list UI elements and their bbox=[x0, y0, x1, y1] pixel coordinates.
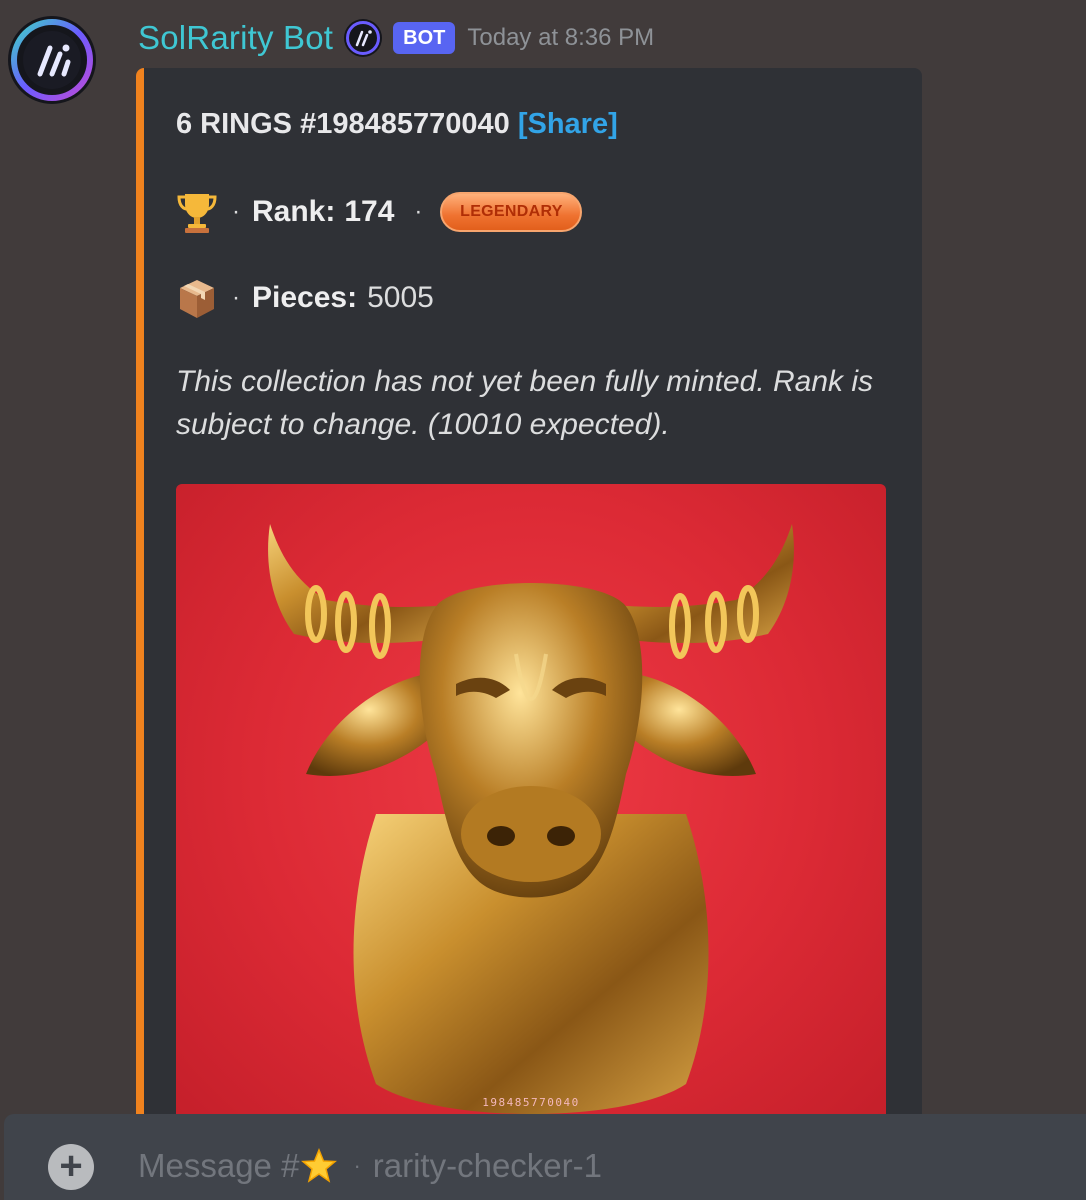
message-composer: + Message # · rarity-checker-1 bbox=[4, 1114, 1086, 1200]
message-timestamp[interactable]: Today at 8:36 PM bbox=[467, 24, 654, 52]
pieces-label: Pieces: bbox=[252, 281, 358, 314]
embed-title: 6 RINGS #198485770040 [Share] bbox=[176, 108, 618, 141]
message-input[interactable]: Message # · rarity-checker-1 bbox=[138, 1142, 602, 1190]
author-name[interactable]: SolRarity Bot bbox=[138, 19, 333, 57]
separator-dot: · bbox=[232, 284, 240, 311]
placeholder-prefix: Message # bbox=[138, 1147, 300, 1184]
golden-bull-artwork bbox=[268, 524, 794, 1114]
star-icon bbox=[301, 1148, 338, 1183]
pieces-field: · Pieces: 5005 bbox=[176, 275, 434, 321]
rank-label: Rank: bbox=[252, 195, 336, 228]
embed-title-text: 6 RINGS #198485770040 bbox=[176, 108, 510, 140]
rank-value: 174 bbox=[344, 195, 395, 228]
legendary-badge: LEGENDARY bbox=[440, 192, 583, 232]
message-header: SolRarity Bot BOT Today at 8:36 PM bbox=[138, 14, 654, 62]
package-icon bbox=[180, 280, 214, 318]
separator-dot: · bbox=[232, 198, 240, 225]
image-caption: 198485770040 bbox=[482, 1096, 580, 1109]
bot-small-avatar-icon bbox=[344, 19, 383, 57]
share-link[interactable]: [Share] bbox=[518, 108, 618, 140]
separator-dot: · bbox=[353, 1153, 361, 1178]
pieces-value: 5005 bbox=[367, 281, 434, 314]
trophy-icon bbox=[177, 194, 217, 233]
bot-avatar-icon[interactable] bbox=[6, 14, 98, 106]
embed-description: This collection has not yet been fully m… bbox=[176, 365, 874, 441]
separator-dot: · bbox=[414, 198, 423, 225]
rank-field: · Rank: 174 · LEGENDARY bbox=[176, 188, 583, 236]
plus-icon[interactable]: + bbox=[48, 1144, 94, 1190]
channel-name: rarity-checker-1 bbox=[372, 1147, 602, 1184]
bot-badge: BOT bbox=[393, 22, 456, 54]
discord-chat-view: SolRarity Bot BOT Today at 8:36 PM 6 RIN… bbox=[0, 0, 1086, 1200]
rarity-embed: 6 RINGS #198485770040 [Share] · Rank: 17… bbox=[136, 68, 922, 1148]
nft-image[interactable]: 198485770040 bbox=[176, 484, 886, 1124]
